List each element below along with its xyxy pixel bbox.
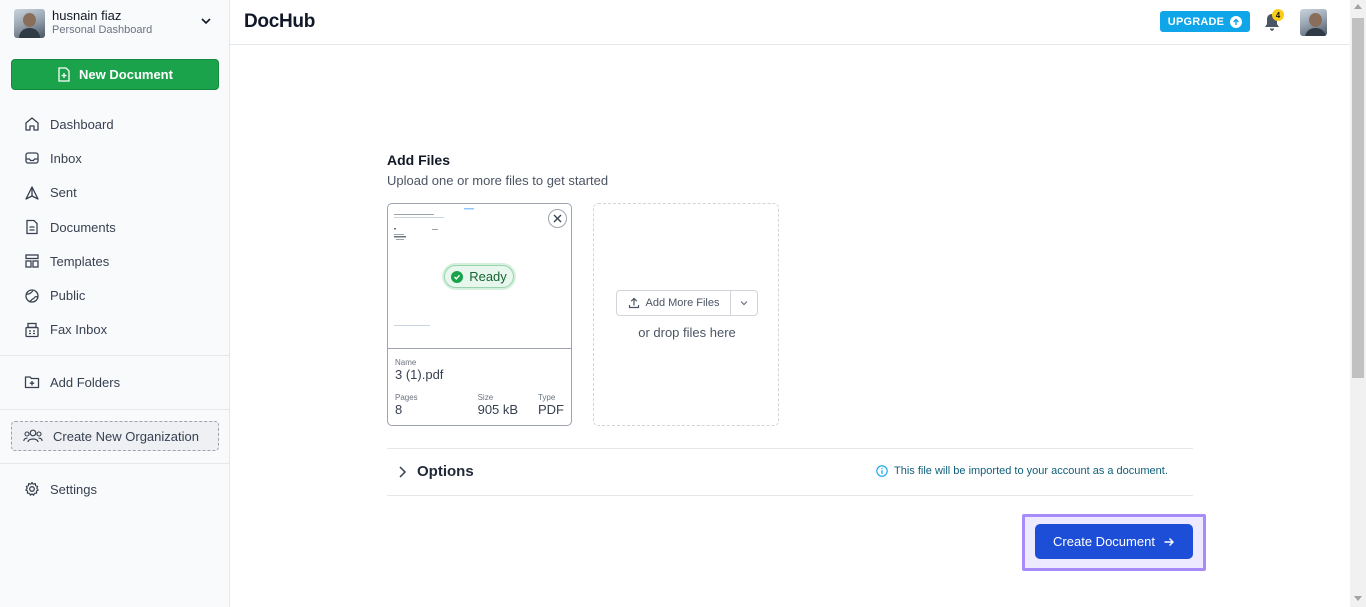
import-info-note: This file will be imported to your accou… — [876, 465, 1168, 477]
sidebar-divider — [0, 409, 229, 410]
sent-icon — [25, 186, 39, 200]
avatar — [14, 8, 45, 38]
file-pages: Pages 8 — [395, 393, 418, 417]
profile-name: husnain fiaz — [52, 8, 122, 24]
settings-section: Settings — [0, 472, 229, 506]
page-subtitle: Upload one or more files to get started — [387, 173, 609, 188]
sidebar-item-label: Public — [50, 288, 86, 304]
arrow-up-icon — [1230, 15, 1243, 28]
sidebar-item-label: Fax Inbox — [50, 322, 108, 338]
sidebar: husnain fiaz Personal Dashboard New Docu… — [0, 0, 230, 607]
add-more-files-button[interactable]: Add More Files — [617, 291, 731, 315]
chevron-down-icon — [740, 301, 748, 306]
inbox-icon — [25, 152, 39, 165]
create-document-button[interactable]: Create Document — [1035, 524, 1193, 559]
notification-badge: 4 — [1272, 9, 1284, 21]
create-organization-label: Create New Organization — [53, 428, 199, 444]
type-value: PDF — [537, 402, 564, 417]
size-value: 905 kB — [477, 402, 519, 417]
arrow-right-icon — [1164, 537, 1174, 546]
profile-switcher[interactable]: husnain fiaz Personal Dashboard — [14, 8, 220, 38]
add-folders-button[interactable]: Add Folders — [0, 365, 229, 399]
file-size: Size 905 kB — [478, 393, 518, 417]
create-document-label: Create Document — [1053, 534, 1155, 549]
size-label: Size — [477, 393, 494, 402]
scroll-down-arrow-icon[interactable] — [1354, 596, 1362, 601]
pages-label: Pages — [395, 393, 418, 402]
remove-file-button[interactable] — [548, 209, 567, 228]
app-root: husnain fiaz Personal Dashboard New Docu… — [0, 0, 1366, 607]
close-icon — [553, 214, 562, 223]
drop-files-text: or drop files here — [638, 325, 736, 340]
type-label: Type — [537, 393, 556, 402]
upgrade-label: UPGRADE — [1167, 15, 1225, 28]
page-title: Add Files — [387, 152, 451, 168]
file-meta-row: Pages 8 Size 905 kB Type PDF — [395, 393, 564, 417]
sidebar-item-templates[interactable]: Templates — [0, 244, 229, 278]
new-document-button[interactable]: New Document — [11, 59, 219, 90]
file-name-label: Name — [395, 358, 417, 367]
pages-value: 8 — [395, 402, 403, 417]
sidebar-item-label: Dashboard — [50, 116, 114, 132]
file-name: 3 (1).pdf — [395, 367, 444, 382]
page-scrollbar[interactable] — [1350, 0, 1366, 607]
sidebar-divider — [0, 463, 229, 464]
sidebar-item-label: Templates — [50, 253, 110, 269]
import-info-text: This file will be imported to your accou… — [894, 465, 1168, 477]
folder-plus-icon — [24, 376, 40, 389]
status-label: Ready — [469, 269, 507, 284]
add-more-files-label: Add More Files — [645, 297, 720, 309]
sidebar-item-label: Documents — [50, 219, 116, 235]
status-badge: Ready — [444, 265, 514, 288]
new-document-label: New Document — [79, 67, 173, 82]
home-icon — [25, 117, 39, 131]
user-avatar[interactable] — [1300, 9, 1327, 36]
file-dropzone[interactable]: Add More Files or drop files here — [593, 203, 779, 426]
fax-icon — [25, 322, 39, 338]
create-organization-button[interactable]: Create New Organization — [11, 421, 219, 451]
scroll-thumb[interactable] — [1352, 18, 1364, 378]
file-type: Type PDF — [538, 393, 564, 417]
globe-icon — [25, 288, 39, 303]
profile-subtitle: Personal Dashboard — [52, 24, 153, 37]
section-divider — [387, 448, 1193, 449]
file-name-block: Name 3 (1).pdf — [395, 358, 443, 382]
file-preview-thumbnail: Ready — [388, 204, 571, 349]
sidebar-divider — [0, 355, 229, 356]
upgrade-button[interactable]: UPGRADE — [1160, 11, 1250, 32]
add-folders-label: Add Folders — [50, 374, 121, 390]
scroll-up-arrow-icon[interactable] — [1354, 4, 1362, 9]
templates-icon — [25, 254, 39, 268]
top-header: DocHub UPGRADE 4 — [230, 0, 1350, 45]
options-toggle[interactable]: Options — [397, 463, 474, 480]
sidebar-item-fax-inbox[interactable]: Fax Inbox — [0, 313, 229, 347]
sidebar-item-public[interactable]: Public — [0, 278, 229, 312]
add-more-files-dropdown[interactable] — [731, 291, 757, 315]
check-circle-icon — [451, 270, 464, 283]
gear-icon — [25, 482, 39, 496]
info-icon — [876, 465, 888, 477]
sidebar-item-label: Settings — [50, 481, 97, 497]
sidebar-item-inbox[interactable]: Inbox — [0, 141, 229, 175]
file-plus-icon — [58, 67, 70, 82]
upload-icon — [628, 297, 639, 309]
section-divider — [387, 495, 1193, 496]
sidebar-item-label: Inbox — [50, 150, 82, 166]
document-icon — [26, 219, 38, 235]
sidebar-item-documents[interactable]: Documents — [0, 210, 229, 244]
sidebar-item-label: Sent — [50, 185, 77, 201]
users-icon — [23, 429, 43, 443]
options-label: Options — [417, 463, 474, 480]
chevron-down-icon[interactable] — [200, 15, 212, 27]
sidebar-item-settings[interactable]: Settings — [0, 472, 229, 506]
add-folders-section: Add Folders — [0, 365, 229, 399]
sidebar-nav: Dashboard Inbox Sent Documents Templates… — [0, 107, 229, 347]
file-card[interactable]: Ready Name 3 (1).pdf Pages 8 Size 905 kB… — [387, 203, 572, 426]
sidebar-item-dashboard[interactable]: Dashboard — [0, 107, 229, 141]
sidebar-item-sent[interactable]: Sent — [0, 176, 229, 210]
add-more-files-split-button: Add More Files — [616, 290, 758, 316]
chevron-right-icon — [399, 465, 407, 478]
app-logo[interactable]: DocHub — [244, 11, 315, 33]
